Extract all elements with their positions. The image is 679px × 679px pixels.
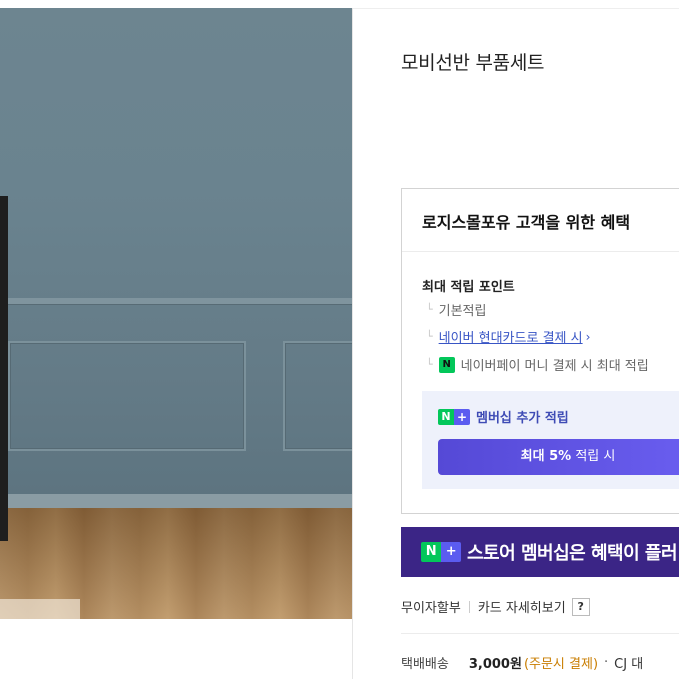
wall-panel [283,341,352,451]
point-row-basic: └ 기본적립 [426,300,486,319]
max-points-label: 최대 적립 포인트 [422,280,515,295]
point-row-label: 네이버페이 머니 결제 시 최대 적립 [460,359,649,374]
shipping-condition: (주문시 결제) [523,657,599,672]
naver-plus-icon: N + [438,408,470,425]
help-icon[interactable]: ? [571,597,590,616]
divider [353,8,679,9]
card-details-link[interactable]: 카드 자세히보기 [478,597,566,616]
installment-label: 무이자할부 [401,601,461,616]
product-title: 모비선반 부품세트 [401,52,545,74]
installment-row: 무이자할부 카드 자세히보기 ? [401,597,590,616]
shipping-label: 택배배송 [401,657,449,672]
membership-panel: N + 멤버십 추가 적립 최대 5% 적립 시 [422,391,679,489]
npay-icon: N [438,356,455,373]
wall-panel [8,341,246,451]
hyundai-card-link[interactable]: 네이버 현대카드로 결제 시 [439,327,583,346]
membership-promo-banner[interactable]: N + 스토어 멤버십은 혜택이 플러 [401,527,679,577]
divider [401,633,679,634]
divider [468,600,470,613]
point-row-card[interactable]: └ 네이버 현대카드로 결제 시 › [426,327,591,347]
promo-text: 스토어 멤버십은 혜택이 플러 [467,543,678,564]
shelf-rack [0,196,8,541]
shipping-carrier: CJ 대 [614,657,644,672]
benefit-title: 로지스몰포유 고객을 위한 혜택 [422,213,631,232]
shipping-row: 택배배송 3,000원 (주문시 결제) · CJ 대 [401,655,644,672]
point-row-label: 기본적립 [438,304,487,319]
tree-branch-icon: └ [426,303,433,316]
benefit-box: 로지스몰포유 고객을 위한 혜택 최대 적립 포인트 └ 기본적립 └ 네이버 … [401,188,679,514]
product-image[interactable] [0,8,352,619]
max-points-button[interactable]: 최대 5% 적립 시 [438,439,679,475]
tree-branch-icon: └ [426,330,433,343]
tree-branch-icon: └ [426,358,433,371]
chevron-right-icon[interactable]: › [586,330,591,344]
membership-label: N + 멤버십 추가 적립 [438,407,569,426]
wall-rail [0,298,352,304]
baseboard [0,494,352,508]
naver-plus-icon: N + [421,542,461,562]
divider [402,251,679,252]
divider [352,8,353,679]
point-row-npay: └ N 네이버페이 머니 결제 시 최대 적립 [426,355,649,374]
shipping-price: 3,000원 [468,657,522,672]
